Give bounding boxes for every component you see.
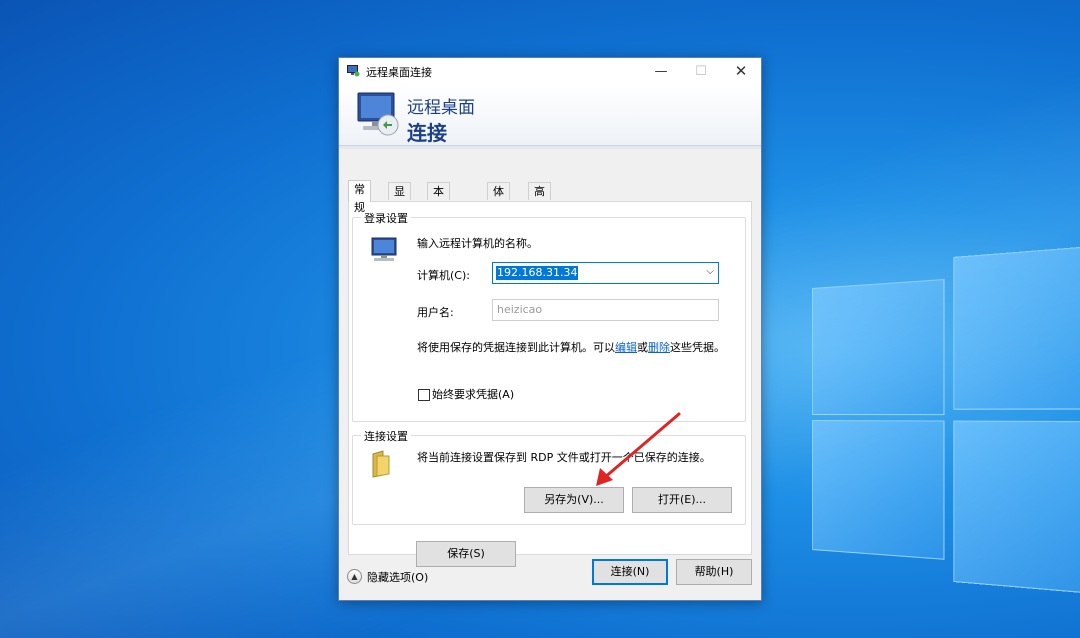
tab-general[interactable]: 常规 [348, 180, 371, 214]
saved-credentials-text: 将使用保存的凭据连接到此计算机。可以编辑或删除这些凭据。 [417, 339, 725, 355]
chevron-down-icon[interactable]: ⌵ [706, 266, 714, 277]
saved-credentials-pre: 将使用保存的凭据连接到此计算机。可以 [417, 341, 615, 354]
monitor-icon [357, 92, 399, 136]
minimize-button[interactable]: — [641, 58, 681, 85]
computer-combobox[interactable]: 192.168.31.34 ⌵ [492, 262, 719, 284]
help-button[interactable]: 帮助(H) [676, 559, 752, 585]
computer-icon [371, 237, 397, 261]
remote-desktop-dialog: 远程桌面连接 — ☐ ✕ 远程桌面 连接 常规 显示 本地资源 体验 高级 登录… [338, 57, 762, 601]
folder-icon [372, 450, 390, 478]
save-as-button[interactable]: 另存为(V)... [524, 487, 624, 513]
tab-display[interactable]: 显示 [388, 182, 411, 216]
username-value: heizicao [497, 303, 543, 316]
banner-title-line1: 远程桌面 [407, 98, 475, 118]
tab-local-resources[interactable]: 本地资源 [427, 182, 450, 252]
maximize-button[interactable]: ☐ [681, 58, 721, 85]
save-button[interactable]: 保存(S) [416, 541, 516, 567]
username-label: 用户名: [417, 306, 454, 319]
collapse-up-icon[interactable]: ▲ [347, 569, 362, 584]
close-button[interactable]: ✕ [721, 58, 761, 85]
logo-pane [953, 243, 1080, 410]
logo-pane [812, 420, 945, 560]
window-title: 远程桌面连接 [366, 66, 432, 79]
always-ask-label[interactable]: 始终要求凭据(A) [432, 386, 514, 402]
banner: 远程桌面 连接 [339, 85, 761, 149]
banner-divider [339, 146, 761, 149]
tab-advanced[interactable]: 高级 [528, 182, 551, 216]
saved-credentials-post: 这些凭据。 [670, 341, 725, 354]
computer-label: 计算机(C): [417, 269, 470, 282]
connection-settings-label: 连接设置 [361, 428, 411, 444]
hide-options-label[interactable]: 隐藏选项(O) [367, 569, 428, 585]
open-button[interactable]: 打开(E)... [632, 487, 732, 513]
tab-experience[interactable]: 体验 [487, 182, 510, 216]
saved-credentials-mid: 或 [637, 341, 648, 354]
logo-pane [953, 420, 1080, 597]
remote-desktop-icon [347, 65, 360, 77]
title-bar[interactable]: 远程桌面连接 — ☐ ✕ [339, 58, 761, 85]
connection-description: 将当前连接设置保存到 RDP 文件或打开一个已保存的连接。 [417, 451, 711, 464]
windows-logo [812, 243, 1080, 597]
connect-button[interactable]: 连接(N) [592, 559, 668, 585]
prompt-text: 输入远程计算机的名称。 [417, 237, 538, 250]
banner-title-line2: 连接 [407, 121, 447, 145]
always-ask-checkbox[interactable] [418, 389, 430, 401]
login-settings-group: 登录设置 输入远程计算机的名称。 计算机(C): 192.168.31.34 ⌵… [352, 210, 746, 422]
delete-credentials-link[interactable]: 删除 [648, 341, 670, 354]
edit-credentials-link[interactable]: 编辑 [615, 341, 637, 354]
logo-pane [812, 279, 945, 416]
username-field[interactable]: heizicao [492, 299, 719, 321]
computer-value: 192.168.31.34 [496, 266, 579, 280]
login-settings-label: 登录设置 [361, 210, 411, 226]
